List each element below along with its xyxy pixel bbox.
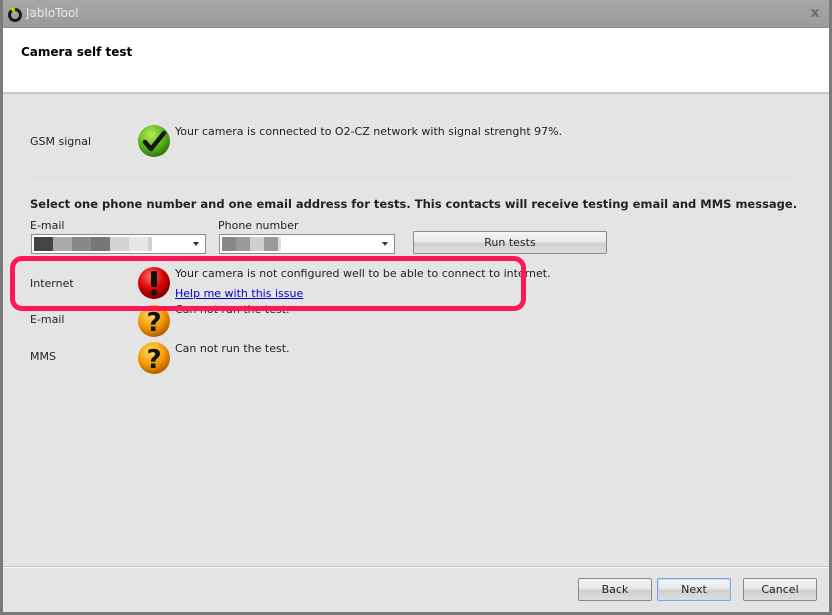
jablotool-window: JabloTool x Camera self test GSM signal … (0, 0, 832, 615)
chevron-down-icon (382, 242, 388, 246)
jablotool-logo-icon (8, 8, 22, 22)
email-select[interactable] (31, 234, 206, 254)
mms-test-label: MMS (30, 350, 56, 363)
footer-divider (3, 566, 829, 568)
back-button[interactable]: Back (578, 578, 652, 601)
phone-select[interactable] (219, 234, 395, 254)
internet-status-text: Your camera is not configured well to be… (175, 267, 551, 280)
internet-label: Internet (30, 277, 74, 290)
chevron-down-icon (193, 242, 199, 246)
mms-test-status: Can not run the test. (175, 342, 290, 355)
email-value-redacted (34, 237, 152, 251)
window-title: JabloTool (26, 6, 79, 20)
email-test-label: E-mail (30, 313, 65, 326)
help-me-link[interactable]: Help me with this issue (175, 287, 303, 300)
question-icon: ? (138, 305, 170, 338)
next-button[interactable]: Next (657, 578, 731, 601)
svg-text:?: ? (146, 308, 161, 338)
phone-label: Phone number (218, 219, 299, 232)
title-bar: JabloTool x (3, 0, 829, 28)
gsm-signal-label: GSM signal (30, 135, 92, 148)
cancel-button[interactable]: Cancel (743, 578, 817, 601)
run-tests-button[interactable]: Run tests (413, 231, 607, 254)
phone-value-redacted (222, 237, 281, 251)
svg-text:?: ? (146, 345, 161, 375)
close-icon[interactable]: x (807, 5, 823, 21)
email-label: E-mail (30, 219, 65, 232)
contacts-instruction: Select one phone number and one email ad… (30, 197, 798, 211)
gsm-status-text: Your camera is connected to O2-CZ networ… (175, 125, 563, 138)
email-test-status: Can not run the test. (175, 303, 290, 316)
wizard-header: Camera self test (3, 28, 829, 94)
question-icon: ? (138, 342, 170, 375)
check-icon (138, 125, 170, 157)
error-icon (138, 267, 170, 299)
section-divider (30, 177, 792, 178)
page-title: Camera self test (21, 45, 133, 59)
